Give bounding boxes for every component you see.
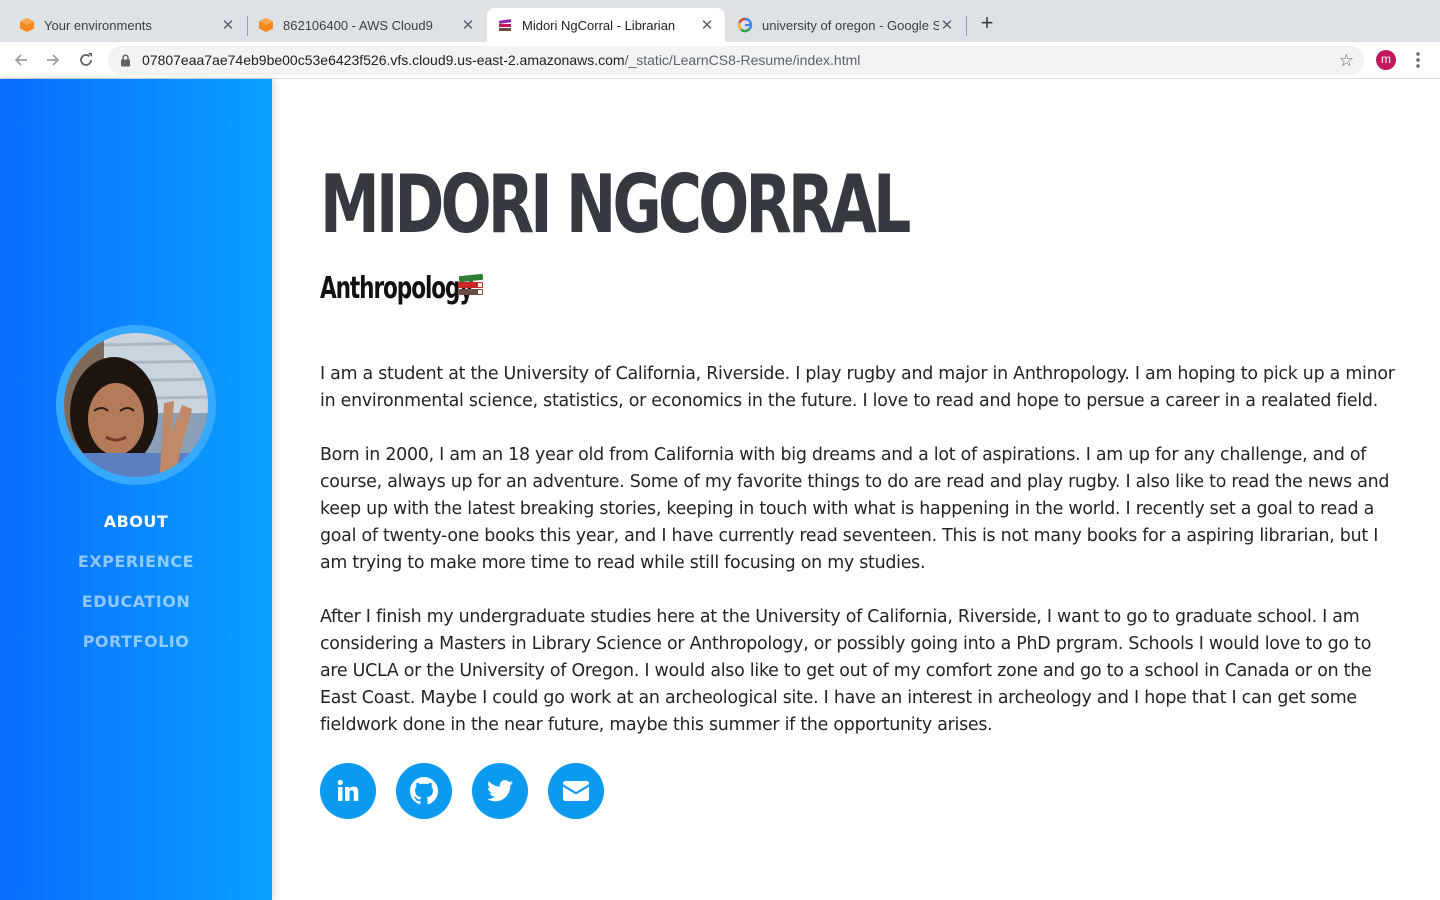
reload-button[interactable] — [75, 49, 97, 71]
tab-title: 862106400 - AWS Cloud9 — [283, 17, 433, 33]
about-paragraph-3: After I finish my undergraduate studies … — [320, 607, 1372, 735]
aws-cube-icon — [19, 17, 35, 33]
sidebar-nav: ABOUT EXPERIENCE EDUCATION PORTFOLIO — [0, 511, 272, 671]
tab-title: university of oregon - Google S — [762, 17, 939, 33]
browser-tab-strip: Your environments ✕ 862106400 - AWS Clou… — [0, 0, 1440, 42]
browser-toolbar: 07807eaa7ae74eb9be00c53e6423f526.vfs.clo… — [0, 42, 1440, 79]
close-icon[interactable]: ✕ — [460, 17, 476, 34]
tab-google-search[interactable]: university of oregon - Google S ✕ — [727, 8, 965, 42]
profile-avatar[interactable]: m — [1376, 50, 1396, 70]
close-icon[interactable]: ✕ — [939, 17, 955, 34]
new-tab-button[interactable]: + — [976, 12, 998, 35]
about-paragraph-2: Born in 2000, I am an 18 year old from C… — [320, 445, 1390, 573]
nav-about[interactable]: ABOUT — [0, 511, 272, 551]
tab-aws-cloud9[interactable]: 862106400 - AWS Cloud9 ✕ — [248, 8, 486, 42]
about-paragraph-1: I am a student at the University of Cali… — [320, 364, 1395, 411]
address-bar[interactable]: 07807eaa7ae74eb9be00c53e6423f526.vfs.clo… — [108, 46, 1364, 75]
twitter-button[interactable] — [472, 763, 528, 819]
forward-button[interactable] — [42, 49, 64, 71]
close-icon[interactable]: ✕ — [220, 17, 236, 34]
linkedin-icon — [337, 779, 359, 801]
profile-photo — [56, 325, 216, 485]
sidebar: ABOUT EXPERIENCE EDUCATION PORTFOLIO — [0, 79, 272, 900]
social-links — [320, 763, 624, 819]
back-button[interactable] — [10, 49, 32, 71]
tab-separator — [966, 16, 967, 36]
url-host: 07807eaa7ae74eb9be00c53e6423f526.vfs.clo… — [142, 52, 625, 68]
close-icon[interactable]: ✕ — [699, 17, 715, 34]
tab-title: Midori NgCorral - Librarian — [522, 17, 676, 33]
arrow-left-icon — [14, 54, 27, 66]
twitter-icon — [487, 780, 513, 802]
envelope-icon — [563, 781, 589, 801]
url-path: /_static/LearnCS8-Resume/index.html — [624, 52, 861, 68]
google-icon — [737, 17, 753, 33]
tab-title: Your environments — [44, 17, 152, 33]
menu-dots-icon[interactable] — [1410, 50, 1426, 70]
email-button[interactable] — [548, 763, 604, 819]
linkedin-button[interactable] — [320, 763, 376, 819]
github-icon — [410, 777, 438, 805]
github-button[interactable] — [396, 763, 452, 819]
reload-icon — [80, 53, 92, 66]
nav-experience[interactable]: EXPERIENCE — [0, 551, 272, 591]
tab-midori-ngcorral[interactable]: Midori NgCorral - Librarian ✕ — [487, 8, 725, 42]
lock-icon — [120, 54, 131, 72]
aws-cube-icon — [258, 17, 274, 33]
url-text[interactable]: 07807eaa7ae74eb9be00c53e6423f526.vfs.clo… — [142, 52, 860, 68]
page-title: MIDORI NGCORRAL — [320, 158, 911, 251]
bookmark-star-icon[interactable]: ☆ — [1339, 51, 1354, 71]
nav-portfolio[interactable]: PORTFOLIO — [0, 631, 272, 671]
nav-education[interactable]: EDUCATION — [0, 591, 272, 631]
arrow-right-icon — [47, 54, 60, 66]
books-icon — [456, 272, 486, 307]
tab-your-environments[interactable]: Your environments ✕ — [0, 8, 246, 42]
page: ABOUT EXPERIENCE EDUCATION PORTFOLIO MID… — [0, 79, 1440, 900]
subtitle: Anthropology — [320, 271, 473, 306]
books-icon — [497, 17, 513, 33]
